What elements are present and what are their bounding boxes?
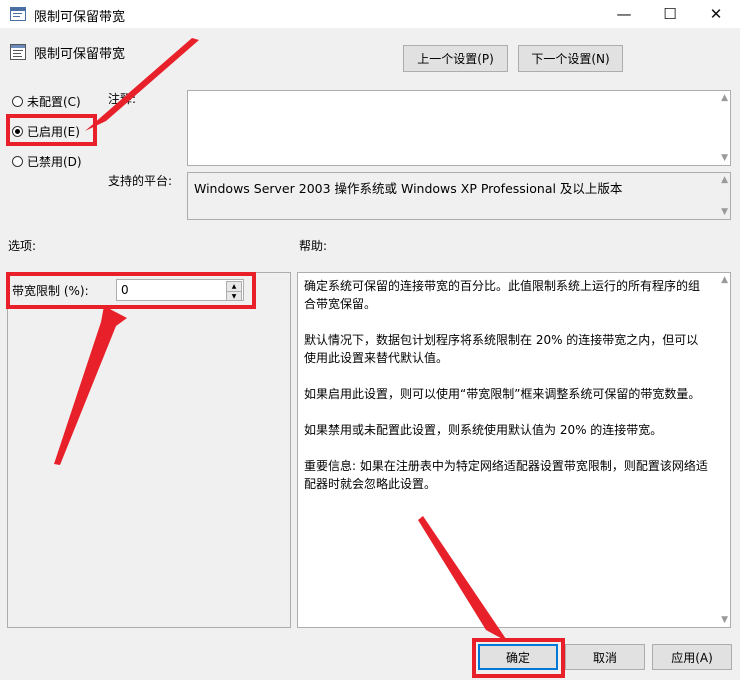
- platform-field: Windows Server 2003 操作系统或 Windows XP Pro…: [187, 172, 731, 220]
- policy-window-icon: [10, 7, 26, 21]
- next-setting-button[interactable]: 下一个设置(N): [518, 45, 623, 72]
- platform-text: Windows Server 2003 操作系统或 Windows XP Pro…: [194, 181, 623, 196]
- radio-disabled[interactable]: 已禁用(D): [12, 153, 82, 170]
- scroll-down-icon[interactable]: ▼: [721, 153, 728, 163]
- cancel-button[interactable]: 取消: [565, 644, 645, 670]
- comment-label: 注释:: [108, 92, 137, 106]
- options-section-label: 选项:: [8, 239, 37, 253]
- scroll-up-icon[interactable]: ▲: [721, 93, 728, 103]
- apply-button[interactable]: 应用(A): [652, 644, 732, 670]
- help-paragraph: 如果禁用或未配置此设置，则系统使用默认值为 20% 的连接带宽。: [304, 423, 663, 437]
- scroll-down-icon[interactable]: ▼: [721, 207, 728, 217]
- help-section-label: 帮助:: [299, 239, 328, 253]
- radio-label: 已禁用(D): [27, 155, 82, 169]
- platform-label: 支持的平台:: [108, 174, 173, 188]
- radio-label: 未配置(C): [27, 95, 81, 109]
- minimize-button[interactable]: —: [601, 0, 647, 28]
- radio-indicator[interactable]: [12, 96, 23, 107]
- help-pane: 确定系统可保留的连接带宽的百分比。此值限制系统上运行的所有程序的组合带宽保留。 …: [297, 272, 731, 628]
- annotation-box-ok: [472, 638, 565, 678]
- title-bar: 限制可保留带宽 — ☐ ✕: [0, 0, 740, 28]
- previous-setting-button[interactable]: 上一个设置(P): [403, 45, 508, 72]
- scroll-up-icon[interactable]: ▲: [721, 275, 728, 285]
- scroll-down-icon[interactable]: ▼: [721, 615, 728, 625]
- scroll-up-icon[interactable]: ▲: [721, 175, 728, 185]
- help-paragraph: 如果启用此设置，则可以使用“带宽限制”框来调整系统可保留的带宽数量。: [304, 387, 701, 401]
- annotation-box-enabled: [6, 114, 97, 146]
- policy-setting-icon: [10, 44, 26, 60]
- help-paragraph: 重要信息: 如果在注册表中为特定网络适配器设置带宽限制，则配置该网络适配器时就会…: [304, 459, 708, 491]
- annotation-box-bandwidth: [6, 272, 256, 309]
- comment-textarea[interactable]: ▲ ▼: [187, 90, 731, 166]
- radio-not-configured[interactable]: 未配置(C): [12, 93, 81, 110]
- close-button[interactable]: ✕: [693, 0, 739, 28]
- options-pane: [7, 272, 291, 628]
- policy-name: 限制可保留带宽: [34, 47, 126, 62]
- maximize-button[interactable]: ☐: [647, 0, 693, 28]
- help-paragraph: 默认情况下，数据包计划程序将系统限制在 20% 的连接带宽之内，但可以使用此设置…: [304, 333, 699, 365]
- window-title: 限制可保留带宽: [34, 10, 126, 25]
- radio-indicator[interactable]: [12, 156, 23, 167]
- help-paragraph: 确定系统可保留的连接带宽的百分比。此值限制系统上运行的所有程序的组合带宽保留。: [304, 279, 701, 311]
